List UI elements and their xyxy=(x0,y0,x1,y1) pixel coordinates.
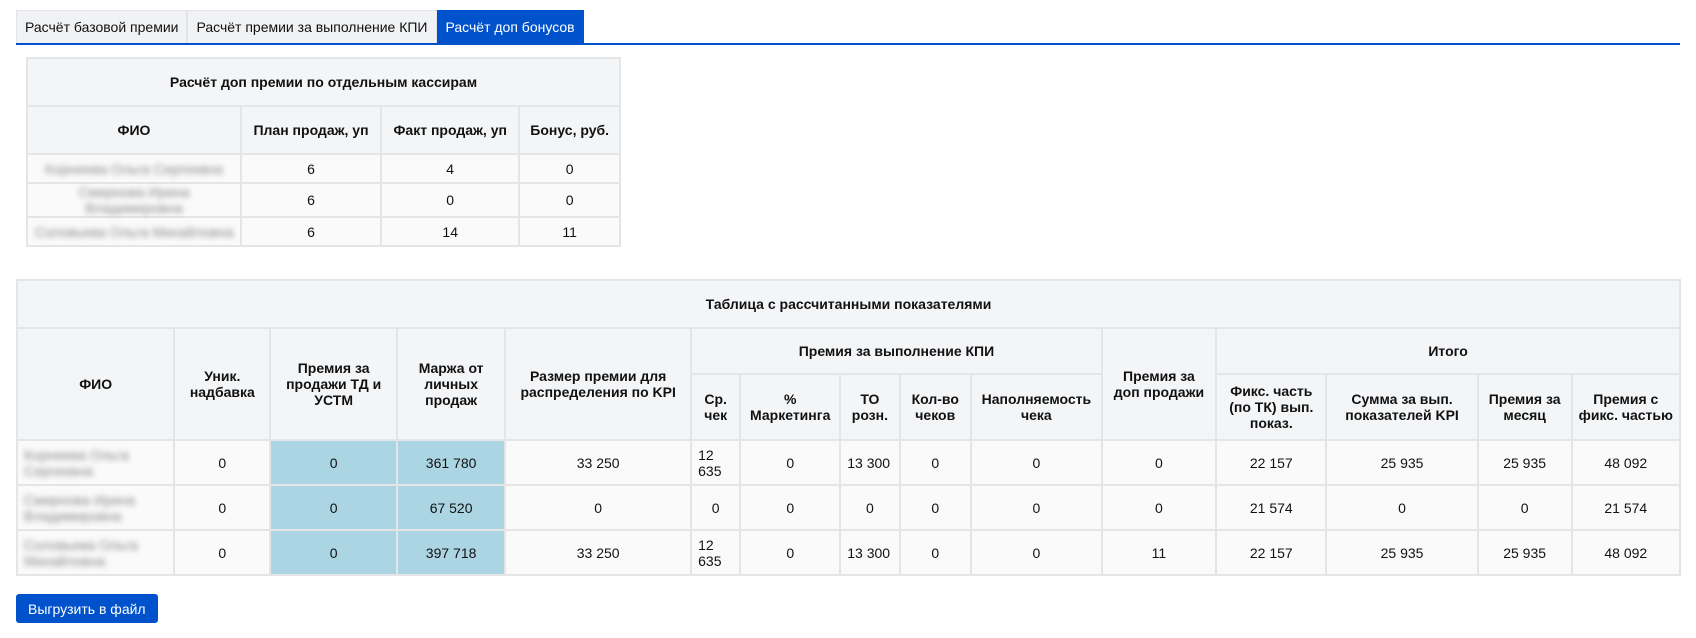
main-table-title: Таблица с рассчитанными показателями xyxy=(16,279,1681,329)
table-row: Корнеева Ольга Сергеевна 6 4 0 xyxy=(26,153,621,184)
cell-fio: Корнеева Ольга Сергеевна xyxy=(15,439,176,486)
cell-kol: 0 xyxy=(898,439,972,486)
header-fact: Факт продаж, уп xyxy=(380,105,521,155)
cell-s-fiks: 48 092 xyxy=(1570,529,1682,576)
cell-dop: 0 xyxy=(1100,484,1218,531)
tab-bar: Расчёт базовой премии Расчёт премии за в… xyxy=(16,10,1680,45)
cell-fio: Корнеева Ольга Сергеевна xyxy=(26,153,242,184)
cell-summa: 25 935 xyxy=(1325,529,1479,576)
table-row: Соловьева Ольга Михайловна 6 14 11 xyxy=(26,216,621,247)
cell-premia-td: 0 xyxy=(269,529,398,576)
cell-razmer: 33 250 xyxy=(504,439,693,486)
cell-mesyac: 25 935 xyxy=(1476,439,1573,486)
header-to: ТО розн. xyxy=(839,373,901,441)
table-row: Смирнова Ирина Владимировна 6 0 0 xyxy=(26,182,621,218)
cell-fiks: 22 157 xyxy=(1215,439,1328,486)
cell-fact: 14 xyxy=(380,216,521,247)
cell-sr-chek: 0 xyxy=(690,484,742,531)
cell-s-fiks: 48 092 xyxy=(1570,439,1682,486)
cell-marketing: 0 xyxy=(739,484,842,531)
cell-marzha: 361 780 xyxy=(395,439,507,486)
cell-razmer: 33 250 xyxy=(504,529,693,576)
cell-napoln: 0 xyxy=(970,484,1103,531)
table-row: Смирнова Ирина Владимировна 0 0 67 520 0… xyxy=(15,484,1682,531)
cell-plan: 6 xyxy=(239,153,383,184)
cell-sr-chek: 12 635 xyxy=(690,529,742,576)
cell-to: 13 300 xyxy=(839,439,901,486)
cell-bonus: 11 xyxy=(518,216,621,247)
cell-sr-chek: 12 635 xyxy=(690,439,742,486)
cell-marzha: 397 718 xyxy=(395,529,507,576)
header-summa: Сумма за вып. показателей KPI xyxy=(1325,373,1479,441)
cell-mesyac: 0 xyxy=(1476,484,1573,531)
header-fio: ФИО xyxy=(15,327,176,441)
cell-s-fiks: 21 574 xyxy=(1570,484,1682,531)
cell-premia-td: 0 xyxy=(269,439,398,486)
cell-unik: 0 xyxy=(173,439,272,486)
cashier-table-title: Расчёт доп премии по отдельным кассирам xyxy=(26,57,621,107)
header-unik: Уник. надбавка xyxy=(173,327,272,441)
cell-summa: 25 935 xyxy=(1325,439,1479,486)
cell-unik: 0 xyxy=(173,529,272,576)
cell-fact: 4 xyxy=(380,153,521,184)
header-dop: Премия за доп продажи xyxy=(1100,327,1218,441)
header-kpi-group: Премия за выполнение КПИ xyxy=(690,327,1103,375)
cell-kol: 0 xyxy=(898,529,972,576)
tab-base-bonus[interactable]: Расчёт базовой премии xyxy=(16,10,188,43)
cell-plan: 6 xyxy=(239,182,383,218)
cell-kol: 0 xyxy=(898,484,972,531)
cell-dop: 0 xyxy=(1100,439,1218,486)
cell-to: 0 xyxy=(839,484,901,531)
cell-fact: 0 xyxy=(380,182,521,218)
cell-to: 13 300 xyxy=(839,529,901,576)
header-fiks: Фикс. часть (по ТК) вып. показ. xyxy=(1215,373,1328,441)
cell-fio: Смирнова Ирина Владимировна xyxy=(26,182,242,218)
cell-fio: Смирнова Ирина Владимировна xyxy=(15,484,176,531)
calculated-indicators-table: Таблица с рассчитанными показателями ФИО… xyxy=(15,279,1682,576)
table-row: Соловьева Ольга Михайловна 0 0 397 718 3… xyxy=(15,529,1682,576)
cell-summa: 0 xyxy=(1325,484,1479,531)
header-sr-chek: Ср. чек xyxy=(690,373,742,441)
cell-bonus: 0 xyxy=(518,153,621,184)
cell-marketing: 0 xyxy=(739,529,842,576)
header-kol: Кол-во чеков xyxy=(898,373,972,441)
cell-fio: Соловьева Ольга Михайловна xyxy=(15,529,176,576)
cell-unik: 0 xyxy=(173,484,272,531)
cell-marzha: 67 520 xyxy=(395,484,507,531)
tab-extra-bonus[interactable]: Расчёт доп бонусов xyxy=(436,10,584,43)
header-razmer: Размер премии для распределения по KPI xyxy=(504,327,693,441)
cell-marketing: 0 xyxy=(739,439,842,486)
cell-mesyac: 25 935 xyxy=(1476,529,1573,576)
header-s-fiks: Премия с фикс. частью xyxy=(1570,373,1682,441)
header-plan: План продаж, уп xyxy=(239,105,383,155)
cell-fiks: 21 574 xyxy=(1215,484,1328,531)
cell-plan: 6 xyxy=(239,216,383,247)
header-bonus: Бонус, руб. xyxy=(518,105,621,155)
export-to-file-button[interactable]: Выгрузить в файл xyxy=(16,594,158,623)
cell-premia-td: 0 xyxy=(269,484,398,531)
header-itogo-group: Итого xyxy=(1215,327,1681,375)
header-mesyac: Премия за месяц xyxy=(1476,373,1573,441)
cell-razmer: 0 xyxy=(504,484,693,531)
cell-napoln: 0 xyxy=(970,529,1103,576)
cashier-bonus-table: Расчёт доп премии по отдельным кассирам … xyxy=(26,57,621,247)
cell-fio: Соловьева Ольга Михайловна xyxy=(26,216,242,247)
header-premia-td: Премия за продажи ТД и УСТМ xyxy=(269,327,398,441)
cell-dop: 11 xyxy=(1100,529,1218,576)
cell-fiks: 22 157 xyxy=(1215,529,1328,576)
header-marzha: Маржа от личных продаж xyxy=(395,327,507,441)
header-marketing: % Маркетинга xyxy=(739,373,842,441)
cell-bonus: 0 xyxy=(518,182,621,218)
header-fio: ФИО xyxy=(26,105,242,155)
tab-kpi-bonus[interactable]: Расчёт премии за выполнение КПИ xyxy=(187,10,437,43)
table-row: Корнеева Ольга Сергеевна 0 0 361 780 33 … xyxy=(15,439,1682,486)
header-napoln: Наполняемость чека xyxy=(970,373,1103,441)
cell-napoln: 0 xyxy=(970,439,1103,486)
